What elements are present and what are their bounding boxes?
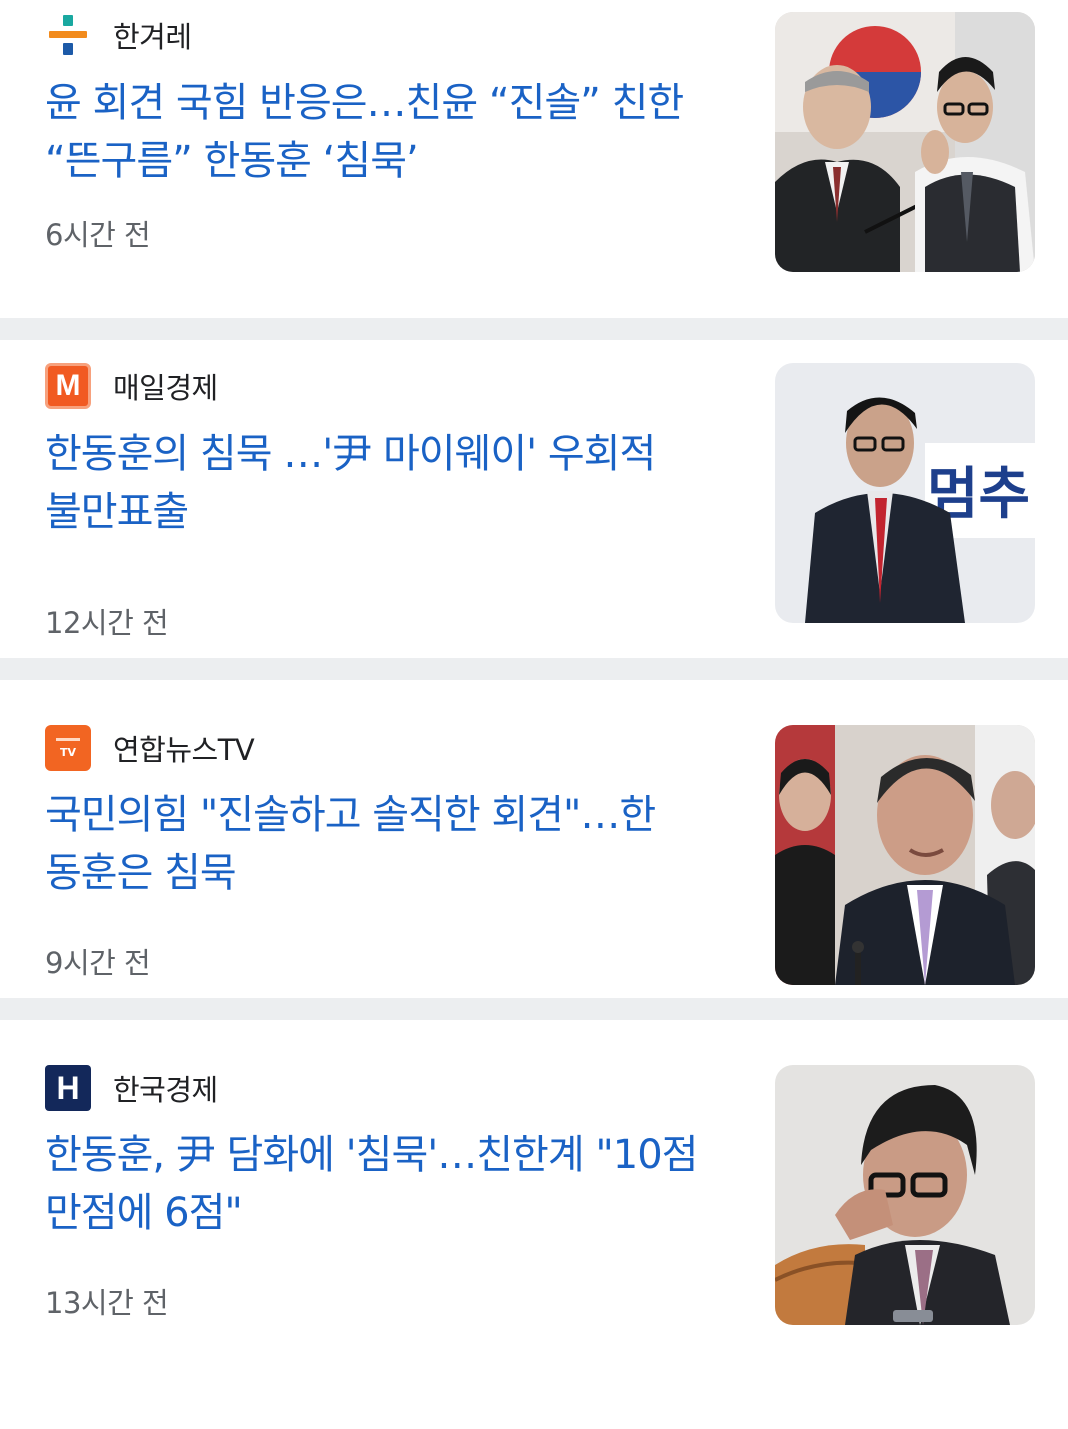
mk-logo-icon: M — [45, 363, 91, 409]
headline-link[interactable]: 국민의힘 "진솔하고 솔직한 회견"…한 동훈은 침묵 — [45, 786, 745, 902]
news-feed: 한겨레 윤 회견 국힘 반응은…친윤 “진솔” 친한 “뜬구름” 한동훈 ‘침묵… — [0, 0, 1068, 1370]
headline-line: 한동훈, 尹 담화에 '침묵'…친한계 "10점 — [45, 1132, 698, 1178]
headline-line: 동훈은 침묵 — [45, 850, 237, 896]
source-row: M 매일경제 — [45, 363, 218, 409]
svg-text:TV: TV — [60, 746, 77, 759]
logo-letter: H — [56, 1069, 80, 1106]
hani-logo-icon — [45, 12, 91, 58]
headline-line: 국민의힘 "진솔하고 솔직한 회견"…한 — [45, 792, 656, 838]
headline-link[interactable]: 한동훈의 침묵 …'尹 마이웨이' 우회적 불만표출 — [45, 425, 745, 541]
timestamp: 12시간 전 — [45, 606, 169, 640]
source-name: 한국경제 — [113, 1073, 218, 1107]
source-row: H 한국경제 — [45, 1065, 218, 1111]
headline-link[interactable]: 윤 회견 국힘 반응은…친윤 “진솔” 친한 “뜬구름” 한동훈 ‘침묵’ — [45, 74, 745, 190]
card-separator — [0, 318, 1068, 340]
card-separator — [0, 998, 1068, 1020]
headline-line: 불만표출 — [45, 489, 189, 535]
card-separator — [0, 658, 1068, 680]
source-row: TV 연합뉴스TV — [45, 725, 255, 771]
source-name: 연합뉴스TV — [113, 733, 255, 767]
timestamp: 6시간 전 — [45, 218, 151, 252]
headline-link[interactable]: 한동훈, 尹 담화에 '침묵'…친한계 "10점 만점에 6점" — [45, 1126, 745, 1242]
headline-line: 한동훈의 침묵 …'尹 마이웨이' 우회적 — [45, 431, 656, 477]
logo-letter: M — [55, 369, 81, 402]
source-row: 한겨레 — [45, 12, 192, 58]
article-thumbnail[interactable] — [775, 725, 1035, 985]
news-card[interactable]: TV 연합뉴스TV 국민의힘 "진솔하고 솔직한 회견"…한 동훈은 침묵 9시… — [0, 680, 1068, 998]
headline-line: 만점에 6점" — [45, 1190, 243, 1236]
article-thumbnail[interactable] — [775, 1065, 1035, 1325]
yonhap-tv-logo-icon: TV — [45, 725, 91, 771]
headline-line: “뜬구름” 한동훈 ‘침묵’ — [45, 138, 419, 184]
source-name: 한겨레 — [113, 20, 192, 54]
news-card[interactable]: 한겨레 윤 회견 국힘 반응은…친윤 “진솔” 친한 “뜬구름” 한동훈 ‘침묵… — [0, 0, 1068, 318]
article-thumbnail[interactable]: 멈추 — [775, 363, 1035, 623]
timestamp: 13시간 전 — [45, 1286, 169, 1320]
article-thumbnail[interactable] — [775, 12, 1035, 272]
timestamp: 9시간 전 — [45, 946, 151, 980]
hankyung-logo-icon: H — [45, 1065, 91, 1111]
news-card[interactable]: H 한국경제 한동훈, 尹 담화에 '침묵'…친한계 "10점 만점에 6점" … — [0, 1020, 1068, 1370]
headline-line: 윤 회견 국힘 반응은…친윤 “진솔” 친한 — [45, 80, 684, 126]
news-card[interactable]: M 매일경제 한동훈의 침묵 …'尹 마이웨이' 우회적 불만표출 12시간 전… — [0, 340, 1068, 658]
source-name: 매일경제 — [113, 371, 218, 405]
